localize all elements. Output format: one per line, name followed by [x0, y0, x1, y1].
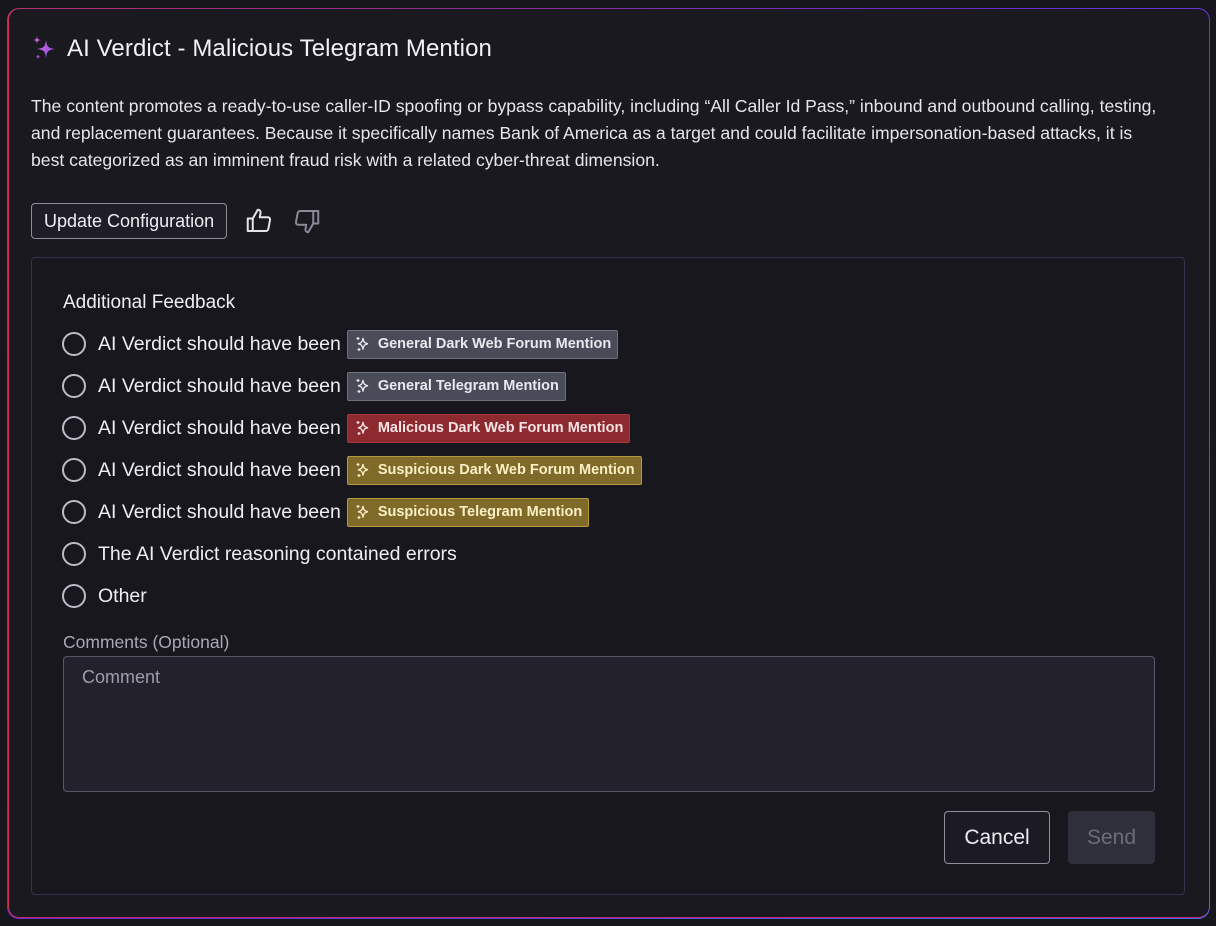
thumbs-down-icon[interactable] — [291, 205, 323, 237]
verdict-badge: General Telegram Mention — [346, 371, 566, 401]
badge-label: Suspicious Dark Web Forum Mention — [377, 462, 635, 478]
option-prefix: AI Verdict should have been — [98, 416, 341, 439]
option-label: Other — [98, 584, 147, 607]
cancel-button[interactable]: Cancel — [944, 811, 1050, 864]
radio-button[interactable] — [62, 332, 86, 356]
feedback-title: Additional Feedback — [63, 292, 236, 313]
verdict-actions: Update Configuration — [31, 203, 323, 239]
radio-button[interactable] — [62, 458, 86, 482]
thumbs-up-icon[interactable] — [243, 205, 275, 237]
page-title: AI Verdict - Malicious Telegram Mention — [67, 35, 492, 62]
option-suspicious-dark-web[interactable]: AI Verdict should have been Suspicious D… — [62, 455, 642, 485]
badge-label: General Telegram Mention — [377, 378, 559, 394]
sparkle-icon — [354, 419, 372, 437]
option-reasoning-errors[interactable]: The AI Verdict reasoning contained error… — [62, 539, 463, 569]
radio-button[interactable] — [62, 584, 86, 608]
option-general-telegram[interactable]: AI Verdict should have been General Tele… — [62, 371, 566, 401]
sparkle-icon — [354, 377, 372, 395]
radio-button[interactable] — [62, 374, 86, 398]
option-general-dark-web[interactable]: AI Verdict should have been General Dark… — [62, 329, 619, 359]
badge-label: Suspicious Telegram Mention — [377, 504, 583, 520]
header: AI Verdict - Malicious Telegram Mention — [31, 34, 492, 64]
update-configuration-button[interactable]: Update Configuration — [31, 203, 228, 239]
sparkle-icon — [31, 34, 61, 64]
option-suspicious-telegram[interactable]: AI Verdict should have been Suspicious T… — [62, 497, 590, 527]
verdict-badge: General Dark Web Forum Mention — [346, 329, 619, 359]
option-prefix: AI Verdict should have been — [98, 500, 341, 523]
sparkle-icon — [354, 503, 372, 521]
option-label: The AI Verdict reasoning contained error… — [98, 542, 457, 565]
comment-input[interactable] — [63, 656, 1155, 792]
verdict-badge: Suspicious Dark Web Forum Mention — [346, 455, 642, 485]
badge-label: General Dark Web Forum Mention — [377, 336, 612, 352]
verdict-description: The content promotes a ready-to-use call… — [31, 96, 1157, 170]
radio-button[interactable] — [62, 416, 86, 440]
sparkle-icon — [354, 461, 372, 479]
radio-button[interactable] — [62, 500, 86, 524]
option-other[interactable]: Other — [62, 581, 153, 611]
radio-button[interactable] — [62, 542, 86, 566]
sparkle-icon — [354, 335, 372, 353]
verdict-badge: Suspicious Telegram Mention — [346, 497, 590, 527]
option-prefix: AI Verdict should have been — [98, 374, 341, 397]
option-malicious-dark-web[interactable]: AI Verdict should have been Malicious Da… — [62, 413, 631, 443]
send-button[interactable]: Send — [1068, 811, 1155, 864]
feedback-panel: Additional Feedback AI Verdict should ha… — [31, 257, 1185, 895]
option-prefix: AI Verdict should have been — [98, 332, 341, 355]
verdict-badge: Malicious Dark Web Forum Mention — [346, 413, 631, 443]
badge-label: Malicious Dark Web Forum Mention — [377, 420, 624, 436]
option-prefix: AI Verdict should have been — [98, 458, 341, 481]
comments-label: Comments (Optional) — [63, 632, 230, 652]
